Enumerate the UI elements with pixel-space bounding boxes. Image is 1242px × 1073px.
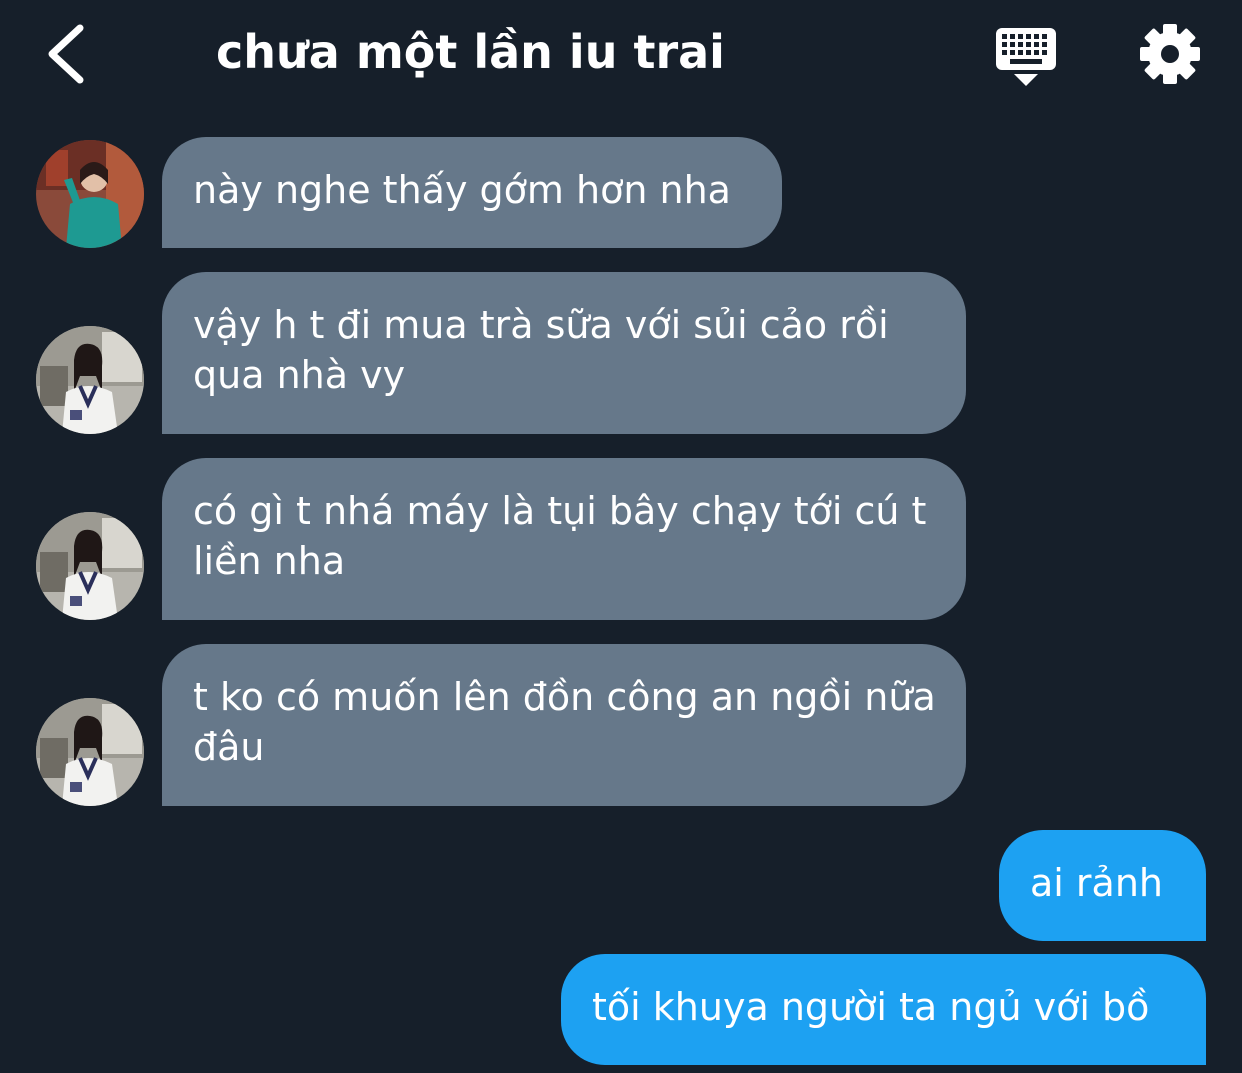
avatar[interactable] <box>36 326 144 434</box>
incoming-message-bubble[interactable]: vậy h t đi mua trà sữa với sủi cảo rồi q… <box>162 272 966 434</box>
gear-icon <box>1140 24 1200 84</box>
back-button[interactable] <box>38 18 98 90</box>
outgoing-message-bubble[interactable]: tối khuya người ta ngủ với bồ <box>561 954 1206 1065</box>
avatar-photo-green-dress <box>36 140 144 248</box>
incoming-message-bubble[interactable]: này nghe thấy gớm hơn nha <box>162 137 782 248</box>
keyboard-toggle-button[interactable] <box>992 24 1060 88</box>
conversation-title[interactable]: chưa một lần iu trai <box>216 22 725 82</box>
avatar[interactable] <box>36 698 144 806</box>
dm-conversation-screen: chưa một lần iu trai này nghe thấy gớm h… <box>0 0 1242 1073</box>
conversation-header: chưa một lần iu trai <box>0 0 1242 110</box>
avatar-photo-white-vest <box>36 512 144 620</box>
avatar-photo-white-vest <box>36 698 144 806</box>
avatar[interactable] <box>36 140 144 248</box>
chevron-left-icon <box>48 24 84 84</box>
avatar-photo-white-vest <box>36 326 144 434</box>
keyboard-icon <box>996 28 1056 86</box>
outgoing-message-bubble[interactable]: ai rảnh <box>999 830 1206 941</box>
incoming-message-bubble[interactable]: có gì t nhá máy là tụi bây chạy tới cú t… <box>162 458 966 620</box>
settings-button[interactable] <box>1138 22 1202 86</box>
incoming-message-bubble[interactable]: t ko có muốn lên đồn công an ngồi nữa đâ… <box>162 644 966 806</box>
avatar[interactable] <box>36 512 144 620</box>
